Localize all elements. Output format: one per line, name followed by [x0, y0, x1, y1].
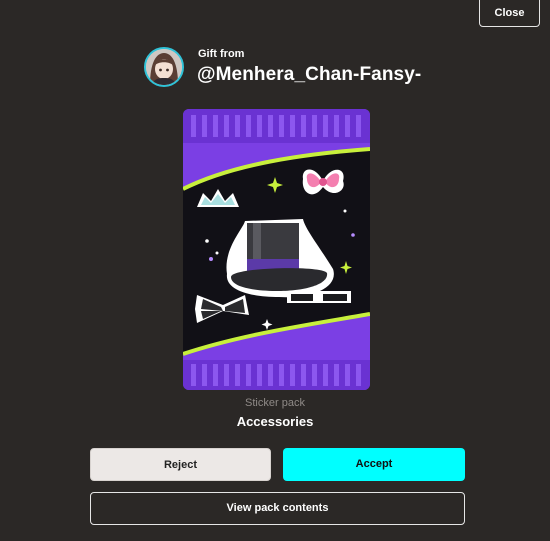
close-button[interactable]: Close — [479, 0, 540, 27]
accept-button[interactable]: Accept — [283, 448, 465, 481]
view-pack-contents-button[interactable]: View pack contents — [90, 492, 465, 525]
pack-name: Accessories — [236, 414, 314, 429]
reject-button[interactable]: Reject — [90, 448, 271, 481]
sticker-pack-image — [183, 109, 370, 390]
sender-username[interactable]: @Menhera_Chan-Fansy- — [197, 64, 421, 86]
avatar-image — [146, 49, 182, 85]
gift-from-label: Gift from — [198, 48, 245, 60]
sender-avatar — [144, 47, 184, 87]
pack-type-label: Sticker pack — [245, 397, 305, 409]
sunglasses-sticker — [287, 291, 351, 303]
